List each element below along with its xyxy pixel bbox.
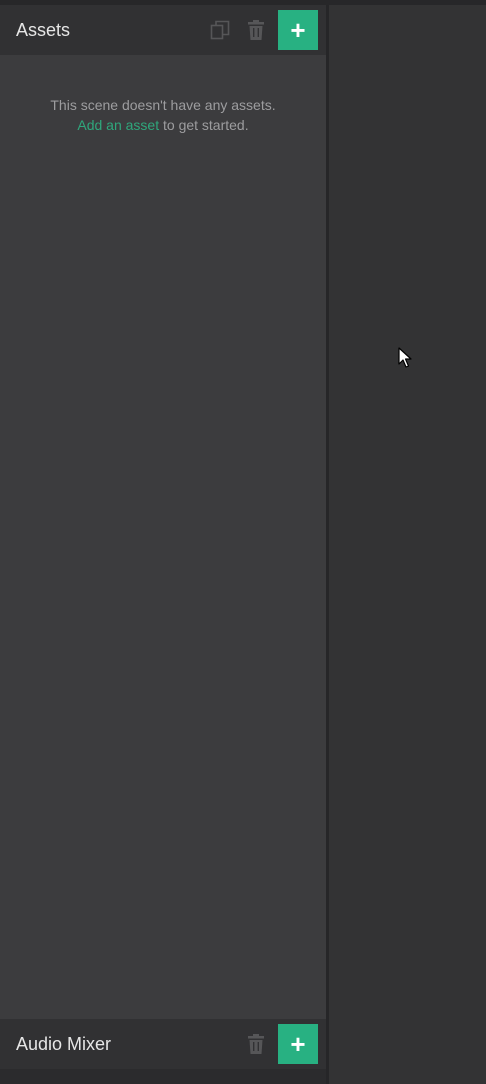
empty-assets-message: This scene doesn't have any assets. Add … — [0, 95, 326, 135]
empty-message-line1: This scene doesn't have any assets. — [50, 97, 276, 113]
audio-mixer-header: Audio Mixer + — [0, 1019, 326, 1069]
add-audio-button[interactable]: + — [278, 1024, 318, 1064]
assets-header: Assets + — [0, 5, 326, 55]
empty-message-suffix: to get started. — [159, 117, 249, 133]
audio-mixer-title: Audio Mixer — [16, 1033, 112, 1054]
copy-icon[interactable] — [209, 19, 231, 41]
plus-icon: + — [290, 1029, 306, 1059]
plus-icon: + — [290, 15, 306, 45]
assets-title: Assets — [16, 19, 71, 40]
trash-icon[interactable] — [245, 1033, 267, 1055]
add-asset-button[interactable]: + — [278, 10, 318, 50]
add-asset-link[interactable]: Add an asset — [77, 117, 159, 133]
bottom-strip — [0, 1069, 326, 1084]
empty-message-line2: Add an asset to get started. — [0, 115, 326, 135]
trash-icon[interactable] — [245, 19, 267, 41]
mouse-cursor-icon — [398, 347, 412, 368]
canvas-area[interactable] — [329, 5, 486, 1084]
assets-panel — [0, 5, 326, 1084]
